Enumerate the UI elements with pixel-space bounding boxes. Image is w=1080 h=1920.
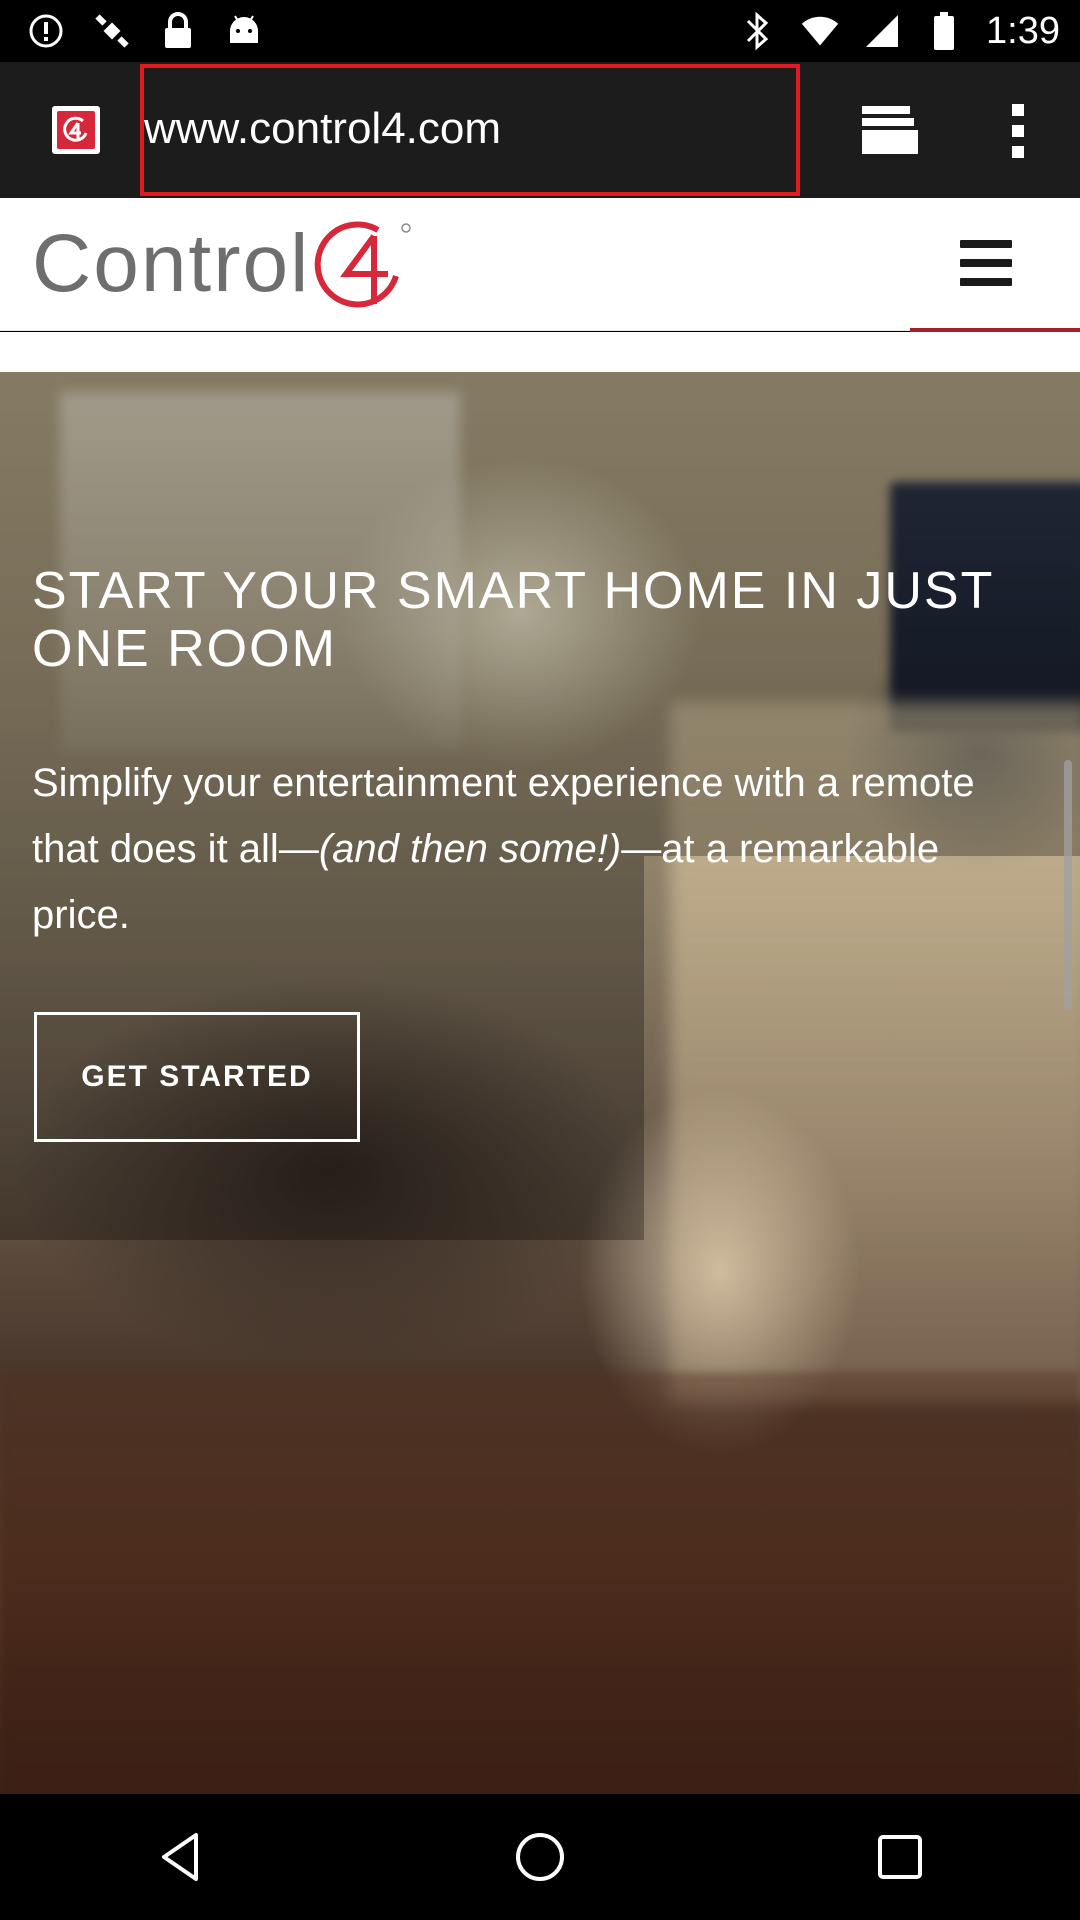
hero-description: Simplify your entertainment experience w… <box>32 750 1022 948</box>
hero-title: START YOUR SMART HOME IN JUST ONE ROOM <box>32 562 994 678</box>
hero-section: START YOUR SMART HOME IN JUST ONE ROOM S… <box>0 372 1080 1794</box>
url-text: www.control4.com <box>144 104 502 153</box>
logo-mark-icon <box>315 221 412 308</box>
home-icon[interactable] <box>480 1807 600 1907</box>
browser-toolbar: www.control4.com <box>0 62 1080 198</box>
signal-icon <box>862 11 902 51</box>
lock-icon <box>158 11 198 51</box>
android-icon <box>224 11 264 51</box>
control4-logo[interactable]: Control <box>32 214 416 314</box>
status-bar: 1:39 <box>0 0 1080 62</box>
page-scrollbar[interactable] <box>1064 760 1072 1010</box>
hero-text-emphasis: (and then some!) <box>318 827 622 871</box>
status-time: 1:39 <box>986 9 1060 52</box>
hamburger-line <box>960 240 1012 248</box>
battery-icon <box>924 11 964 51</box>
overflow-menu-icon[interactable] <box>1000 102 1036 160</box>
bluetooth-icon <box>738 11 778 51</box>
hero-background-floor <box>0 1372 1080 1794</box>
site-header: Control <box>0 198 1080 331</box>
site-menu-button[interactable] <box>960 240 1012 286</box>
satellite-icon <box>92 11 132 51</box>
get-started-button[interactable]: GET STARTED <box>34 1012 360 1142</box>
recents-icon[interactable] <box>840 1807 960 1907</box>
screen: 1:39 www.control4.com Control START YOUR… <box>0 0 1080 1920</box>
logo-text: Control <box>32 218 311 309</box>
address-bar[interactable]: www.control4.com <box>140 64 800 196</box>
alert-circle-icon <box>26 11 66 51</box>
hamburger-line <box>960 259 1012 267</box>
back-icon[interactable] <box>120 1807 240 1907</box>
system-nav-bar <box>0 1794 1080 1920</box>
hamburger-line <box>960 278 1012 286</box>
tabs-icon[interactable] <box>858 102 922 158</box>
header-gap <box>0 332 1080 372</box>
site-favicon-icon[interactable] <box>52 106 100 154</box>
wifi-icon <box>800 11 840 51</box>
